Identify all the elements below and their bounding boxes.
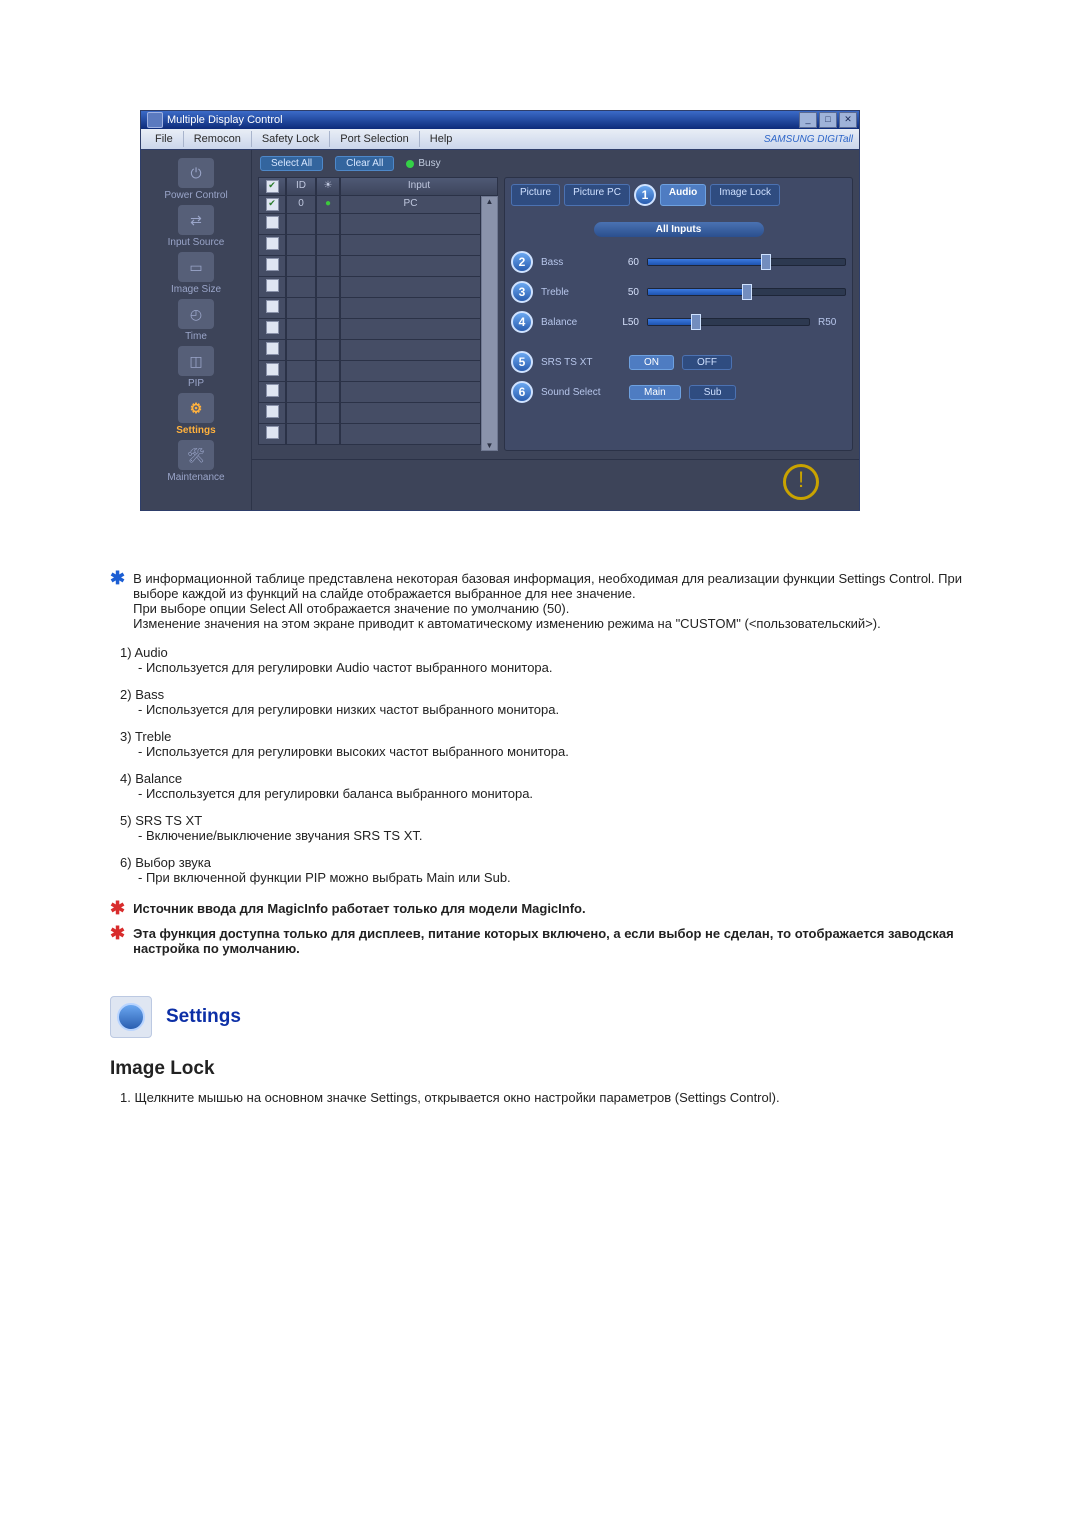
sidebar-item-time[interactable]: ◴ Time [141, 299, 251, 342]
warning-icon: ! [783, 464, 819, 500]
list-item: 4) Balance - Исспользуется для регулиров… [120, 771, 980, 801]
slider-bass[interactable] [647, 258, 846, 266]
col-input[interactable]: Input [340, 177, 498, 196]
app-title: Multiple Display Control [167, 114, 283, 126]
step-1: 1. Щелкните мышью на основном значке Set… [120, 1090, 980, 1105]
settings-section-icon [110, 996, 152, 1038]
table-scrollbar[interactable]: ▲▼ [481, 196, 498, 451]
lead-paragraph: В информационной таблице представлена не… [133, 571, 980, 631]
slider-balance-row: 4 Balance L50 R50 [511, 311, 846, 333]
tab-image-lock[interactable]: Image Lock [710, 184, 780, 206]
select-all-button[interactable]: Select All [260, 156, 323, 171]
col-check[interactable] [258, 177, 286, 196]
sidebar-item-settings[interactable]: ⚙ Settings [141, 393, 251, 436]
heading-image-lock: Image Lock [110, 1058, 980, 1080]
sidebar-item-image-size[interactable]: ▭ Image Size [141, 252, 251, 295]
slider-balance[interactable] [647, 318, 810, 326]
list-item: 5) SRS TS XT - Включение/выключение звуч… [120, 813, 980, 843]
app-icon [147, 112, 163, 128]
menu-remocon[interactable]: Remocon [186, 131, 249, 147]
list-item: 6) Выбор звука - При включенной функции … [120, 855, 980, 885]
feature-list: 1) Audio - Используется для регулировки … [120, 645, 980, 885]
section-header-settings: Settings [110, 996, 980, 1038]
star-icon: ✱ [110, 926, 125, 956]
mdc-app-window: Multiple Display Control _ □ ✕ File Remo… [140, 110, 860, 511]
input-icon: ⇄ [190, 212, 202, 229]
callout-3: 3 [511, 281, 533, 303]
callout-2: 2 [511, 251, 533, 273]
clear-all-button[interactable]: Clear All [335, 156, 394, 171]
star-icon: ✱ [110, 901, 125, 916]
list-item: 2) Bass - Используется для регулировки н… [120, 687, 980, 717]
sidebar: ⏻ Power Control ⇄ Input Source ▭ Image S… [141, 150, 251, 510]
sidebar-item-maintenance[interactable]: 🛠 Maintenance [141, 440, 251, 483]
titlebar: Multiple Display Control _ □ ✕ [140, 110, 860, 129]
clock-icon: ◴ [190, 306, 202, 323]
tab-picture-pc[interactable]: Picture PC [564, 184, 630, 206]
toggle-srs-row: 5 SRS TS XT ON OFF [511, 351, 846, 373]
tab-picture[interactable]: Picture [511, 184, 560, 206]
busy-indicator: Busy [406, 158, 440, 169]
callout-1: 1 [634, 184, 656, 206]
menu-file[interactable]: File [147, 131, 181, 147]
status-dot-icon [406, 160, 414, 168]
list-item: 1) Audio - Используется для регулировки … [120, 645, 980, 675]
sidebar-item-pip[interactable]: ◫ PIP [141, 346, 251, 389]
pip-icon: ◫ [189, 353, 202, 370]
menu-portselection[interactable]: Port Selection [332, 131, 416, 147]
image-size-icon: ▭ [189, 259, 202, 276]
sound-main-button[interactable]: Main [629, 385, 681, 400]
display-table: ID ☀ Input 0 ● PC [258, 177, 498, 451]
settings-panel: Picture Picture PC 1 Audio Image Lock Al… [504, 177, 853, 451]
close-button[interactable]: ✕ [839, 112, 857, 128]
note-magicinfo: ✱ Источник ввода для MagicInfo работает … [110, 901, 980, 916]
list-item: 3) Treble - Используется для регулировки… [120, 729, 980, 759]
sound-sub-button[interactable]: Sub [689, 385, 737, 400]
slider-treble-row: 3 Treble 50 [511, 281, 846, 303]
col-status[interactable]: ☀ [316, 177, 340, 196]
sidebar-item-power[interactable]: ⏻ Power Control [141, 158, 251, 201]
all-inputs-button[interactable]: All Inputs [594, 222, 764, 237]
sidebar-item-input[interactable]: ⇄ Input Source [141, 205, 251, 248]
gear-icon: ⚙ [190, 400, 203, 417]
slider-treble[interactable] [647, 288, 846, 296]
menu-safetylock[interactable]: Safety Lock [254, 131, 327, 147]
row-checkbox[interactable] [266, 198, 279, 211]
tab-audio[interactable]: Audio [660, 184, 706, 206]
maximize-button[interactable]: □ [819, 112, 837, 128]
callout-4: 4 [511, 311, 533, 333]
status-green-icon: ● [325, 198, 331, 209]
callout-6: 6 [511, 381, 533, 403]
star-icon: ✱ [110, 571, 125, 631]
col-id[interactable]: ID [286, 177, 316, 196]
minimize-button[interactable]: _ [799, 112, 817, 128]
toggle-sound-row: 6 Sound Select Main Sub [511, 381, 846, 403]
srs-on-button[interactable]: ON [629, 355, 674, 370]
brand-label: SAMSUNG DIGITall [764, 134, 853, 145]
note-power: ✱ Эта функция доступна только для диспле… [110, 926, 980, 956]
menubar: File Remocon Safety Lock Port Selection … [140, 129, 860, 150]
table-row[interactable]: 0 ● PC [258, 196, 481, 214]
power-icon: ⏻ [190, 165, 201, 182]
srs-off-button[interactable]: OFF [682, 355, 732, 370]
menu-help[interactable]: Help [422, 131, 461, 147]
slider-bass-row: 2 Bass 60 [511, 251, 846, 273]
callout-5: 5 [511, 351, 533, 373]
wrench-icon: 🛠 [187, 447, 205, 464]
